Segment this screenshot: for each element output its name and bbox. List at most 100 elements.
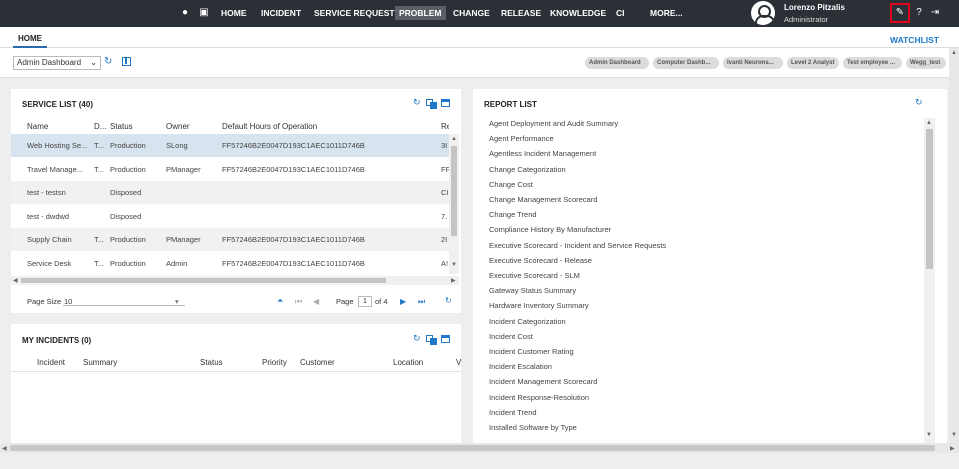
- report-list-item[interactable]: Incident Cost: [489, 332, 533, 341]
- refresh-icon[interactable]: ↻: [445, 296, 452, 305]
- refresh-icon[interactable]: ↻: [915, 97, 923, 108]
- scroll-down-icon[interactable]: ▼: [951, 432, 957, 438]
- dashboard-chip[interactable]: Admin Dashboard: [585, 57, 649, 69]
- report-list-item[interactable]: Executive Scorecard - Incident and Servi…: [489, 241, 666, 250]
- scroll-left-icon[interactable]: ◀: [2, 445, 7, 452]
- column-header[interactable]: RecId: [441, 122, 449, 131]
- report-list-item[interactable]: Change Cost: [489, 180, 533, 189]
- scroll-right-icon[interactable]: ▶: [451, 277, 456, 284]
- table-row[interactable]: Travel Manage... T... Production PManager FF…: [11, 158, 449, 181]
- nav-item-knowledge[interactable]: KNOWLEDGE: [550, 0, 606, 27]
- link-icon[interactable]: [426, 335, 437, 345]
- scrollbar-thumb[interactable]: [926, 129, 933, 269]
- panel-layout-icon[interactable]: [122, 57, 131, 66]
- column-header[interactable]: Customer: [300, 358, 335, 367]
- previous-icon[interactable]: ◀: [313, 297, 319, 306]
- report-list-item[interactable]: Incident Customer Rating: [489, 347, 574, 356]
- wrench-icon[interactable]: ✎: [890, 3, 910, 23]
- vertical-scrollbar[interactable]: ▲ ▼: [924, 118, 935, 443]
- horizontal-scrollbar[interactable]: ◀ ▶: [11, 276, 459, 285]
- column-header[interactable]: Summary: [83, 358, 117, 367]
- add-circle-icon[interactable]: ●: [179, 7, 191, 19]
- refresh-icon[interactable]: ↻: [104, 56, 112, 67]
- avatar[interactable]: [751, 1, 775, 25]
- scrollbar-thumb[interactable]: [451, 146, 457, 236]
- dashboard-chip[interactable]: Test employee ...: [843, 57, 902, 69]
- column-header[interactable]: Name: [27, 122, 48, 131]
- column-header[interactable]: V: [456, 358, 461, 367]
- help-icon[interactable]: ?: [913, 7, 925, 19]
- chat-icon[interactable]: ▣: [198, 7, 210, 19]
- report-list-item[interactable]: Compliance History By Manufacturer: [489, 225, 611, 234]
- scroll-up-icon[interactable]: ▲: [926, 120, 932, 126]
- table-row[interactable]: test - dwdwd Disposed 7.: [11, 205, 449, 228]
- nav-item-ci[interactable]: CI: [616, 0, 625, 27]
- scroll-left-icon[interactable]: ◀: [13, 277, 18, 284]
- nav-item-problem[interactable]: PROBLEM: [395, 6, 446, 20]
- column-header[interactable]: Status: [200, 358, 223, 367]
- dashboard-chip[interactable]: Level 2 Analyst: [787, 57, 839, 69]
- report-list-item[interactable]: Change Categorization: [489, 165, 566, 174]
- report-list-item[interactable]: Incident Response-Resolution: [489, 393, 589, 402]
- nav-item-service-request[interactable]: SERVICE REQUEST: [314, 0, 395, 27]
- scroll-up-icon[interactable]: ▲: [451, 136, 457, 142]
- scrollbar-thumb[interactable]: [10, 445, 935, 451]
- table-row[interactable]: test - testsn Disposed CI: [11, 181, 449, 204]
- dashboard-chip[interactable]: Ivanti Neurons...: [723, 57, 783, 69]
- nav-item-home[interactable]: HOME: [221, 0, 247, 27]
- report-list-item[interactable]: Incident Trend: [489, 408, 537, 417]
- scroll-right-icon[interactable]: ▶: [950, 445, 955, 452]
- column-header[interactable]: Priority: [262, 358, 287, 367]
- first-page-icon[interactable]: ⏶: [277, 296, 283, 306]
- dashboard-chip[interactable]: Computer Dashb...: [653, 57, 719, 69]
- report-list-item[interactable]: Change Management Scorecard: [489, 195, 597, 204]
- report-list-item[interactable]: Installed Software by Type: [489, 423, 577, 432]
- column-header[interactable]: Owner: [166, 122, 190, 131]
- link-icon[interactable]: [426, 99, 437, 109]
- nav-item-more[interactable]: MORE...: [650, 0, 683, 27]
- table-cell-recid: CI: [441, 188, 449, 197]
- page-horizontal-scrollbar[interactable]: ◀ ▶: [0, 443, 959, 453]
- report-list-item[interactable]: Gateway Status Summary: [489, 286, 576, 295]
- scroll-down-icon[interactable]: ▼: [926, 432, 932, 438]
- vertical-scrollbar[interactable]: ▲ ▼: [449, 134, 459, 274]
- last-page-icon[interactable]: ⏭: [418, 297, 425, 307]
- report-list-item[interactable]: Hardware Inventory Summary: [489, 301, 589, 310]
- scrollbar-thumb[interactable]: [21, 278, 386, 283]
- scroll-down-icon[interactable]: ▼: [451, 262, 457, 268]
- scroll-up-icon[interactable]: ▲: [951, 50, 957, 56]
- column-header[interactable]: Default Hours of Operation: [222, 122, 317, 131]
- table-row[interactable]: Web Hosting Se... T... Production SLong FF57…: [11, 134, 449, 157]
- page-number-input[interactable]: 1: [358, 296, 372, 307]
- dashboard-select[interactable]: Admin Dashboard ⌄: [13, 56, 101, 70]
- page-vertical-scrollbar[interactable]: ▲ ▼: [949, 48, 959, 443]
- nav-item-incident[interactable]: INCIDENT: [261, 0, 301, 27]
- report-list-item[interactable]: Executive Scorecard - SLM: [489, 271, 580, 280]
- watchlist-link[interactable]: WATCHLIST: [890, 35, 939, 45]
- column-header[interactable]: D...: [94, 122, 106, 131]
- report-list-item[interactable]: Incident Management Scorecard: [489, 377, 597, 386]
- dashboard-chip[interactable]: Wegg_test: [906, 57, 946, 69]
- report-list-item[interactable]: Incident Escalation: [489, 362, 552, 371]
- maximize-icon[interactable]: [441, 99, 450, 107]
- tab-home[interactable]: HOME: [18, 34, 42, 43]
- column-header[interactable]: Incident: [37, 358, 65, 367]
- refresh-icon[interactable]: ↻: [413, 97, 421, 108]
- column-header[interactable]: Status: [110, 122, 133, 131]
- nav-item-change[interactable]: CHANGE: [453, 0, 490, 27]
- column-header[interactable]: Location: [393, 358, 423, 367]
- report-list-item[interactable]: Change Trend: [489, 210, 537, 219]
- refresh-icon[interactable]: ↻: [413, 333, 421, 344]
- report-list-item[interactable]: Agent Deployment and Audit Summary: [489, 119, 618, 128]
- report-list-item[interactable]: Agentless Incident Management: [489, 149, 596, 158]
- maximize-icon[interactable]: [441, 335, 450, 343]
- report-list-item[interactable]: Executive Scorecard - Release: [489, 256, 592, 265]
- report-list-item[interactable]: Agent Performance: [489, 134, 554, 143]
- nav-item-release[interactable]: RELEASE: [501, 0, 541, 27]
- next-page-icon[interactable]: ▶: [400, 297, 406, 306]
- table-row[interactable]: Supply Chain T... Production PManager FF5724…: [11, 228, 449, 251]
- report-list-item[interactable]: Incident Categorization: [489, 317, 566, 326]
- logout-icon[interactable]: ⇥: [929, 7, 941, 19]
- previous-page-icon[interactable]: ⏮: [295, 297, 302, 307]
- table-row[interactable]: Service Desk T... Production Admin FF57246B2…: [11, 252, 449, 275]
